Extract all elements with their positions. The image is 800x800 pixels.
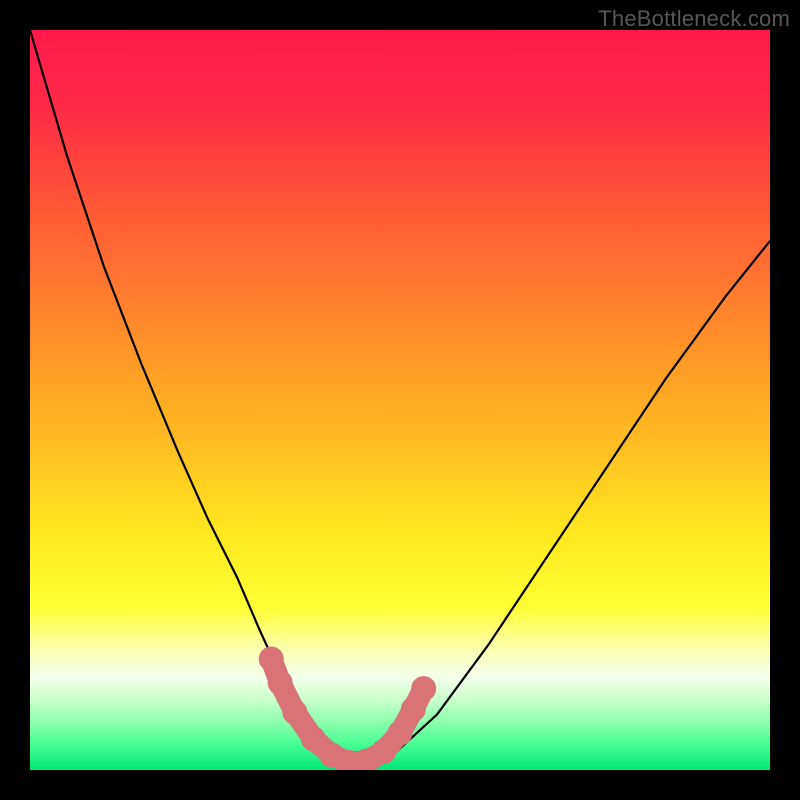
marker-dot xyxy=(268,671,292,695)
bottleneck-curve xyxy=(30,30,770,765)
marker-dot xyxy=(388,721,412,745)
marker-dot xyxy=(283,700,307,724)
curve-layer xyxy=(30,30,770,770)
marker-dot xyxy=(301,727,325,751)
chart-frame: TheBottleneck.com xyxy=(0,0,800,800)
marker-dots-group xyxy=(259,647,435,770)
plot-area xyxy=(30,30,770,770)
marker-dot xyxy=(259,647,283,671)
marker-dot xyxy=(372,740,396,764)
watermark-text: TheBottleneck.com xyxy=(598,6,790,32)
marker-dot xyxy=(412,677,436,701)
